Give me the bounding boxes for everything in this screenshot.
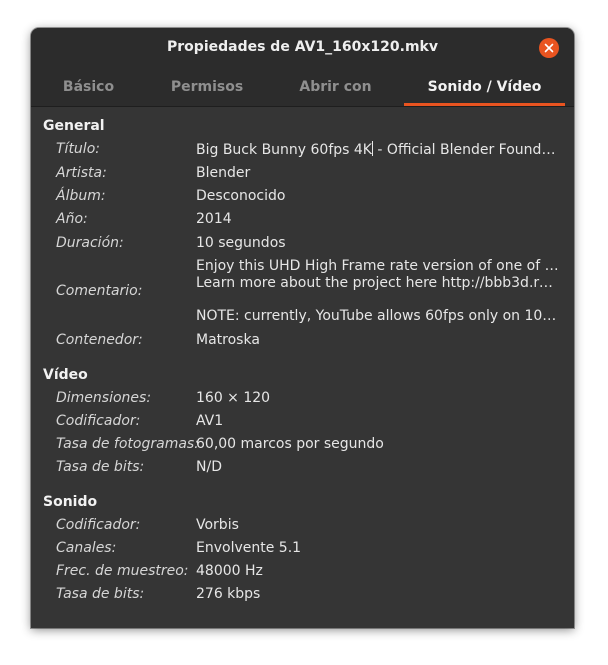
close-button[interactable] bbox=[539, 38, 559, 58]
window-title: Propiedades de AV1_160x120.mkv bbox=[167, 39, 438, 55]
canales-value[interactable]: Envolvente 5.1 bbox=[196, 540, 560, 556]
tab-bar: Básico Permisos Abrir con Sonido / Vídeo bbox=[31, 69, 574, 107]
titulo-field[interactable]: Big Buck Bunny 60fps 4K - Official Blend… bbox=[196, 141, 560, 158]
audio-bits-value[interactable]: 276 kbps bbox=[196, 586, 560, 602]
artista-value[interactable]: Blender bbox=[196, 165, 560, 181]
muestreo-value[interactable]: 48000 Hz bbox=[196, 563, 560, 579]
dimensiones-value[interactable]: 160 × 120 bbox=[196, 390, 560, 406]
video-bits-label: Tasa de bits: bbox=[56, 459, 145, 475]
titulo-value-end: - Official Blender Foundation release bbox=[377, 142, 560, 158]
tab-abrir-con[interactable]: Abrir con bbox=[268, 69, 403, 106]
audio-codificador-label: Codificador: bbox=[56, 517, 141, 533]
contenedor-value[interactable]: Matroska bbox=[196, 332, 560, 348]
comentario-line-3[interactable]: NOTE: currently, YouTube allows 60fps on… bbox=[196, 308, 560, 324]
titulo-label: Título: bbox=[56, 141, 100, 157]
video-codificador-value[interactable]: AV1 bbox=[196, 413, 560, 429]
tab-basico-label: Básico bbox=[62, 79, 115, 95]
duracion-value[interactable]: 10 segundos bbox=[196, 235, 560, 251]
title-bar[interactable]: Propiedades de AV1_160x120.mkv bbox=[31, 28, 574, 69]
audio-codificador-value[interactable]: Vorbis bbox=[196, 517, 560, 533]
comentario-line-2[interactable]: Learn more about the project here http:/… bbox=[196, 275, 560, 291]
section-video-header: Vídeo bbox=[43, 367, 88, 383]
video-codificador-label: Codificador: bbox=[56, 413, 141, 429]
tab-abrir-con-label: Abrir con bbox=[299, 79, 372, 95]
properties-dialog: Propiedades de AV1_160x120.mkv Básico Pe… bbox=[31, 28, 574, 628]
fotogramas-value[interactable]: 60,00 marcos por segundo bbox=[196, 436, 560, 452]
fotogramas-label: Tasa de fotogramas: bbox=[56, 436, 199, 452]
canales-label: Canales: bbox=[56, 540, 117, 556]
tab-permisos[interactable]: Permisos bbox=[146, 69, 268, 106]
anio-value[interactable]: 2014 bbox=[196, 211, 560, 227]
muestreo-label: Frec. de muestreo: bbox=[56, 563, 189, 579]
album-value[interactable]: Desconocido bbox=[196, 188, 560, 204]
audio-bits-label: Tasa de bits: bbox=[56, 586, 145, 602]
video-bits-value[interactable]: N/D bbox=[196, 459, 560, 475]
tab-sonido-video[interactable]: Sonido / Vídeo bbox=[404, 69, 565, 106]
comentario-line-1[interactable]: Enjoy this UHD High Frame rate version o… bbox=[196, 258, 560, 274]
duracion-label: Duración: bbox=[56, 235, 124, 251]
tab-permisos-label: Permisos bbox=[170, 79, 244, 95]
comentario-label: Comentario: bbox=[56, 283, 143, 299]
album-label: Álbum: bbox=[56, 188, 106, 204]
anio-label: Año: bbox=[56, 211, 88, 227]
tab-sonido-video-label: Sonido / Vídeo bbox=[427, 79, 542, 95]
section-sonido-header: Sonido bbox=[43, 494, 98, 510]
titulo-value-start: Big Buck Bunny 60fps 4K bbox=[196, 142, 372, 158]
tab-basico[interactable]: Básico bbox=[31, 69, 146, 106]
artista-label: Artista: bbox=[56, 165, 107, 181]
dimensiones-label: Dimensiones: bbox=[56, 390, 152, 406]
active-tab-indicator bbox=[404, 103, 565, 106]
close-icon bbox=[544, 43, 554, 53]
contenedor-label: Contenedor: bbox=[56, 332, 143, 348]
section-general-header: General bbox=[43, 118, 105, 134]
